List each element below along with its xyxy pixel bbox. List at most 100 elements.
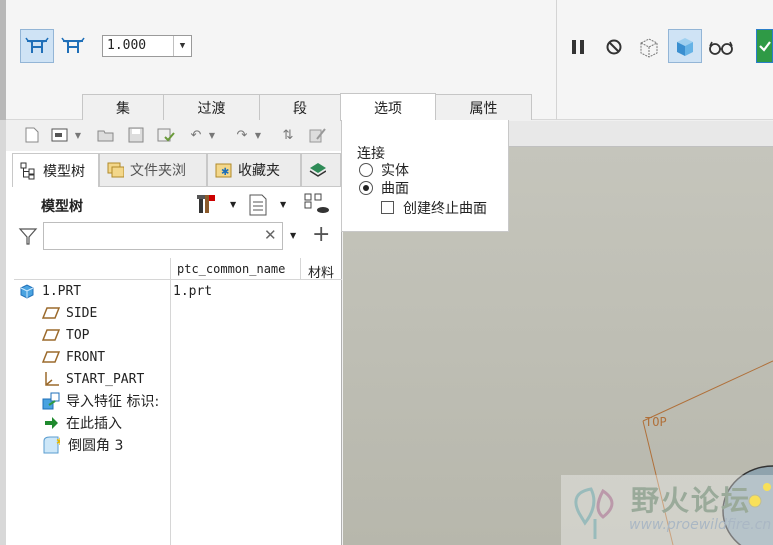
search-input[interactable]: ✕ bbox=[43, 222, 283, 250]
radio-solid[interactable] bbox=[359, 163, 373, 177]
tab-pieces-label: 段 bbox=[293, 100, 307, 117]
tab-favorites-label: 收藏夹 bbox=[238, 163, 280, 179]
favorites-icon: ✱ bbox=[214, 161, 232, 179]
regenerate-check-icon[interactable] bbox=[156, 125, 176, 145]
add-column-icon[interactable]: + bbox=[312, 224, 330, 246]
quick-toolbar: ▼ ↶ ▼ ↷ ▼ ⇅ bbox=[6, 121, 342, 151]
tree-columns-icon[interactable] bbox=[248, 193, 268, 221]
tab-transitions[interactable]: 过渡 bbox=[163, 94, 260, 120]
svg-text:✱: ✱ bbox=[221, 167, 229, 178]
tree-row-top[interactable]: TOP bbox=[42, 325, 89, 345]
chevron-down-icon[interactable]: ▼ bbox=[230, 200, 236, 209]
preview-solid-icon[interactable] bbox=[668, 29, 702, 63]
datum-plane-icon bbox=[42, 348, 60, 366]
open-folder-icon[interactable] bbox=[96, 125, 116, 145]
tree-row-label: FRONT bbox=[66, 349, 106, 365]
tree-row-label: START_PART bbox=[66, 371, 145, 387]
insert-here-arrow-icon bbox=[42, 414, 60, 432]
depth-value: 1.000 bbox=[107, 38, 147, 53]
tree-icon bbox=[19, 162, 37, 180]
tree-row-label: 导入特征 标识: bbox=[66, 394, 160, 410]
tab-options[interactable]: 选项 bbox=[340, 93, 436, 121]
column-divider bbox=[300, 258, 301, 280]
tree-row-label: TOP bbox=[66, 327, 90, 343]
tree-row-import-feature[interactable]: 导入特征 标识: bbox=[42, 391, 159, 411]
reorder-icon[interactable]: ⇅ bbox=[278, 125, 298, 145]
tree-row-front[interactable]: FRONT bbox=[42, 347, 105, 367]
tab-model-tree[interactable]: 模型树 bbox=[12, 153, 99, 187]
datum-plane-icon bbox=[42, 304, 60, 322]
layers-icon bbox=[308, 161, 326, 179]
ok-icon[interactable] bbox=[756, 29, 773, 63]
pattern-icon-1[interactable] bbox=[20, 29, 54, 63]
glasses-icon[interactable] bbox=[704, 30, 738, 64]
tab-folder-browser[interactable]: 文件夹浏 bbox=[99, 153, 207, 187]
import-feature-icon bbox=[42, 392, 60, 410]
radio-solid-label[interactable]: 实体 bbox=[381, 160, 409, 180]
undo-icon[interactable]: ↶ bbox=[186, 125, 206, 145]
tree-row-label: 在此插入 bbox=[66, 416, 122, 432]
tab-layers[interactable] bbox=[301, 153, 341, 187]
folder-icon bbox=[106, 161, 124, 179]
tab-properties-label: 属性 bbox=[469, 100, 498, 117]
pattern-icon-2[interactable] bbox=[56, 29, 90, 63]
options-panel: 连接 实体 曲面 创建终止曲面 bbox=[341, 120, 509, 232]
round-feature-icon: ✱ bbox=[42, 436, 60, 454]
svg-text:✱: ✱ bbox=[56, 437, 60, 448]
column-header-name[interactable]: ptc_common_name bbox=[177, 262, 295, 276]
model-tree-title: 模型树 bbox=[41, 199, 83, 215]
pause-icon[interactable] bbox=[561, 30, 595, 64]
tree-row-round[interactable]: ✱ 倒圆角 3 bbox=[42, 435, 123, 455]
tree-row-label: 1.PRT bbox=[42, 283, 82, 299]
ribbon-divider bbox=[556, 0, 557, 120]
tab-favorites[interactable]: ✱ 收藏夹 bbox=[207, 153, 301, 187]
tab-folder-browser-label: 文件夹浏 bbox=[130, 163, 186, 179]
watermark-url: www.proewildfire.cn bbox=[629, 517, 772, 533]
chevron-down-icon[interactable]: ▼ bbox=[173, 36, 191, 56]
tab-transitions-label: 过渡 bbox=[197, 100, 226, 117]
chevron-down-icon[interactable]: ▼ bbox=[280, 200, 286, 209]
create-end-surface-checkbox[interactable] bbox=[381, 201, 394, 214]
clear-icon[interactable]: ✕ bbox=[264, 226, 277, 244]
watermark: 野火论坛 www.proewildfire.cn bbox=[561, 475, 773, 545]
tab-sets[interactable]: 集 bbox=[82, 94, 164, 120]
edit-definition-icon[interactable] bbox=[308, 125, 328, 145]
preview-wireframe-icon[interactable] bbox=[632, 30, 666, 64]
tab-properties[interactable]: 属性 bbox=[435, 94, 532, 120]
new-file-icon[interactable] bbox=[22, 125, 42, 145]
tree-row-part[interactable]: 1.PRT bbox=[18, 281, 81, 301]
depth-input[interactable]: 1.000 ▼ bbox=[102, 35, 192, 57]
tree-row-label: 倒圆角 3 bbox=[68, 438, 124, 454]
watermark-title: 野火论坛 bbox=[631, 484, 752, 517]
chevron-down-icon[interactable]: ▼ bbox=[252, 125, 264, 145]
radio-surface[interactable] bbox=[359, 181, 373, 195]
filter-icon[interactable] bbox=[18, 226, 38, 250]
tab-model-tree-label: 模型树 bbox=[43, 163, 85, 180]
chevron-down-icon[interactable]: ▼ bbox=[290, 231, 296, 240]
tab-sets-label: 集 bbox=[116, 100, 130, 117]
open-window-icon[interactable] bbox=[50, 125, 70, 145]
tree-row-insert-here[interactable]: 在此插入 bbox=[42, 413, 122, 433]
settings-hammer-icon[interactable] bbox=[195, 192, 219, 220]
datum-label-top[interactable]: TOP bbox=[645, 415, 667, 429]
chevron-down-icon[interactable]: ▼ bbox=[72, 125, 84, 145]
column-header-material[interactable]: 材料 bbox=[308, 262, 334, 281]
tree-cell-name: 1.prt bbox=[173, 284, 213, 299]
tree-row-start-part[interactable]: START_PART bbox=[42, 369, 144, 389]
coord-system-icon bbox=[42, 370, 60, 388]
radio-surface-label[interactable]: 曲面 bbox=[381, 178, 409, 198]
create-end-surface-label[interactable]: 创建终止曲面 bbox=[403, 198, 487, 218]
cancel-icon[interactable] bbox=[597, 30, 631, 64]
show-hide-icon[interactable] bbox=[303, 192, 331, 220]
tab-pieces[interactable]: 段 bbox=[259, 94, 341, 120]
save-icon[interactable] bbox=[126, 125, 146, 145]
watermark-logo-icon bbox=[574, 487, 614, 539]
ribbon-edge bbox=[0, 0, 6, 120]
part-icon bbox=[18, 282, 36, 300]
tree-row-label: SIDE bbox=[66, 305, 98, 321]
chevron-down-icon[interactable]: ▼ bbox=[206, 125, 218, 145]
datum-plane-icon bbox=[42, 326, 60, 344]
redo-icon[interactable]: ↷ bbox=[232, 125, 252, 145]
tab-options-label: 选项 bbox=[374, 100, 402, 117]
tree-row-side[interactable]: SIDE bbox=[42, 303, 97, 323]
